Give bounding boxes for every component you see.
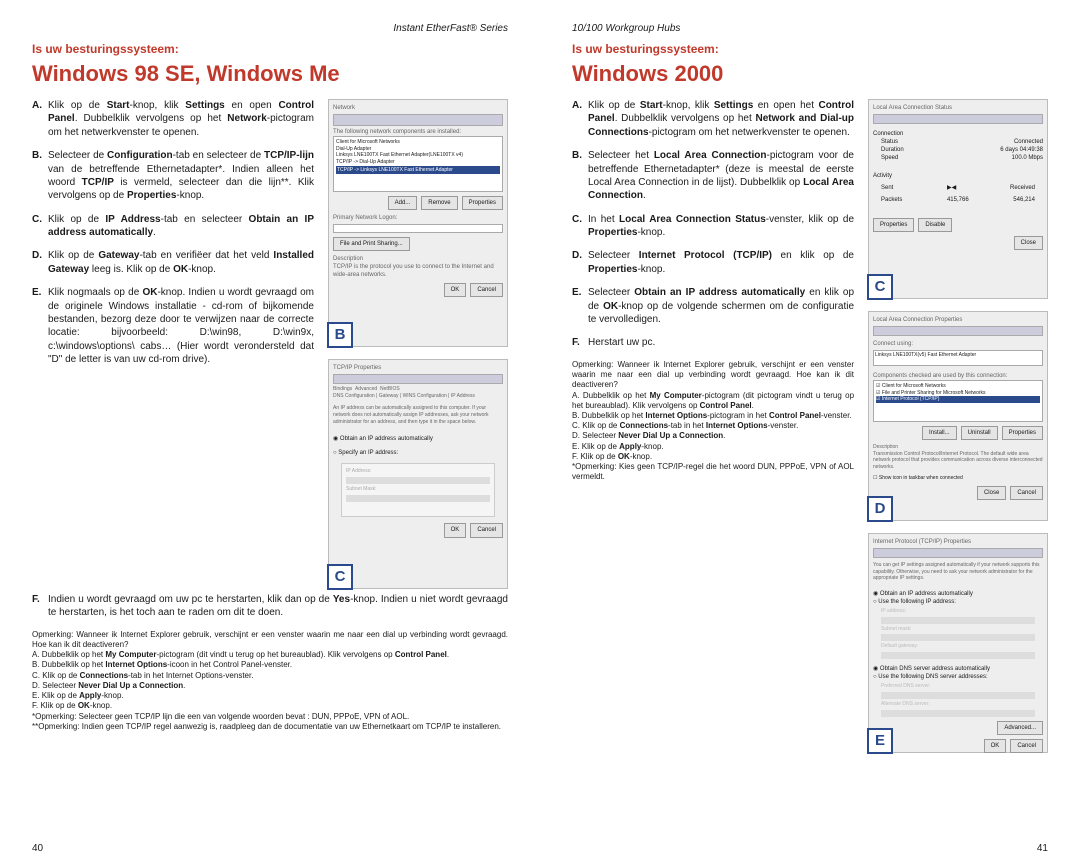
step-text: Klik op de Start-knop, klik Settings en …: [48, 99, 314, 139]
step-item: B.Selecteer de Configuration-tab en sele…: [32, 149, 314, 203]
page-right: 10/100 Workgroup Hubs Is uw besturingssy…: [540, 0, 1080, 863]
step-item: D.Klik op de Gateway-tab en verifiëer da…: [32, 249, 314, 276]
step-item: C.In het Local Area Connection Status-ve…: [572, 213, 854, 240]
step-text: Klik op de Start-knop, klik Settings en …: [588, 99, 854, 139]
step-text: Indien u wordt gevraagd om uw pc te hers…: [48, 593, 508, 620]
step-text: Klik op de Gateway-tab en verifiëer dat …: [48, 249, 314, 276]
step-letter: F.: [572, 336, 588, 349]
step-letter: A.: [572, 99, 588, 139]
step-letter: C.: [572, 213, 588, 240]
step-item: F.Indien u wordt gevraagd om uw pc te he…: [32, 593, 508, 620]
folio-right: 41: [1037, 842, 1048, 855]
figure-label-c-right: C: [867, 274, 893, 300]
step-item: A.Klik op de Start-knop, klik Settings e…: [572, 99, 854, 139]
figure-label-b: B: [327, 322, 353, 348]
step-text: Selecteer het Local Area Connection-pict…: [588, 149, 854, 203]
step-item: C.Klik op de IP Address-tab en selecteer…: [32, 213, 314, 240]
remark-right: Opmerking: Wanneer ik Internet Explorer …: [572, 360, 854, 483]
figure-lac-properties: Local Area Connection Properties Connect…: [868, 311, 1048, 521]
step-letter: B.: [32, 149, 48, 203]
step-item: E.Klik nogmaals op de OK-knop. Indien u …: [32, 286, 314, 366]
steps-list-left: A.Klik op de Start-knop, klik Settings e…: [32, 99, 314, 367]
figure-label-d: D: [867, 496, 893, 522]
step-letter: B.: [572, 149, 588, 203]
folio-left: 40: [32, 842, 43, 855]
figure-lac-status: Local Area Connection Status Connection …: [868, 99, 1048, 299]
step-text: Selecteer de Configuration-tab en select…: [48, 149, 314, 203]
figure-tcpip-properties: TCP/IP Properties Bindings Advanced NetB…: [328, 359, 508, 589]
step-text: Herstart uw pc.: [588, 336, 854, 349]
figure-ip-properties: Internet Protocol (TCP/IP) Properties Yo…: [868, 533, 1048, 753]
figure-label-e: E: [867, 728, 893, 754]
page-spread: Instant EtherFast® Series Is uw besturin…: [0, 0, 1080, 863]
running-head-left: Instant EtherFast® Series: [32, 22, 508, 35]
step-item: D.Selecteer Internet Protocol (TCP/IP) e…: [572, 249, 854, 276]
steps-list-left-wide: F.Indien u wordt gevraagd om uw pc te he…: [32, 593, 508, 620]
figure-label-c-left: C: [327, 564, 353, 590]
figure-network-config: Network The following network components…: [328, 99, 508, 347]
step-item: F.Herstart uw pc.: [572, 336, 854, 349]
step-text: In het Local Area Connection Status-vens…: [588, 213, 854, 240]
page-left: Instant EtherFast® Series Is uw besturin…: [0, 0, 540, 863]
step-letter: E.: [32, 286, 48, 366]
section-intro-right: Is uw besturingssysteem:: [572, 41, 1048, 57]
step-text: Klik nogmaals op de OK-knop. Indien u wo…: [48, 286, 314, 366]
section-intro-left: Is uw besturingssysteem:: [32, 41, 508, 57]
step-text: Selecteer Internet Protocol (TCP/IP) en …: [588, 249, 854, 276]
remark-left: Opmerking: Wanneer ik Internet Explorer …: [32, 630, 508, 732]
step-item: A.Klik op de Start-knop, klik Settings e…: [32, 99, 314, 139]
step-letter: D.: [572, 249, 588, 276]
step-letter: C.: [32, 213, 48, 240]
step-letter: F.: [32, 593, 48, 620]
steps-list-right: A.Klik op de Start-knop, klik Settings e…: [572, 99, 854, 350]
step-letter: D.: [32, 249, 48, 276]
page-title-left: Windows 98 SE, Windows Me: [32, 59, 508, 88]
running-head-right: 10/100 Workgroup Hubs: [572, 22, 1048, 35]
step-text: Selecteer Obtain an IP address automatic…: [588, 286, 854, 326]
step-text: Klik op de IP Address-tab en selecteer O…: [48, 213, 314, 240]
step-letter: A.: [32, 99, 48, 139]
step-item: E.Selecteer Obtain an IP address automat…: [572, 286, 854, 326]
step-item: B.Selecteer het Local Area Connection-pi…: [572, 149, 854, 203]
step-letter: E.: [572, 286, 588, 326]
page-title-right: Windows 2000: [572, 59, 1048, 88]
